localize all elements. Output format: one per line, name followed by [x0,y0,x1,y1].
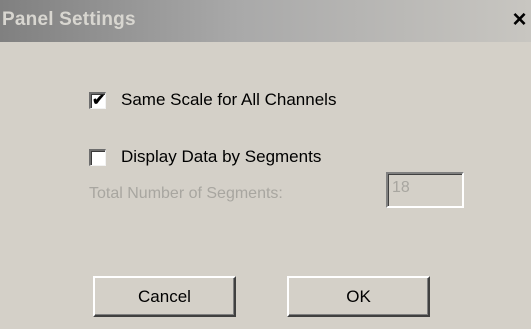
panel-settings-dialog: Panel Settings × ✔ Same Scale for All Ch… [0,0,531,329]
same-scale-checkbox[interactable]: ✔ [89,91,106,109]
display-segments-option[interactable]: Display Data by Segments [89,147,321,167]
close-button[interactable]: × [508,6,531,34]
display-segments-checkbox[interactable] [89,148,106,166]
same-scale-option[interactable]: ✔ Same Scale for All Channels [89,90,336,110]
title-bar[interactable]: Panel Settings × [0,0,531,42]
dialog-title: Panel Settings [2,9,136,30]
total-segments-label: Total Number of Segments: [89,185,283,202]
same-scale-label[interactable]: Same Scale for All Channels [121,90,336,110]
ok-button[interactable]: OK [287,276,430,317]
display-segments-label[interactable]: Display Data by Segments [121,147,321,167]
close-icon: × [512,6,527,33]
cancel-button[interactable]: Cancel [93,276,236,317]
checkmark-icon: ✔ [92,91,106,109]
total-segments-input[interactable]: 18 [386,172,464,208]
